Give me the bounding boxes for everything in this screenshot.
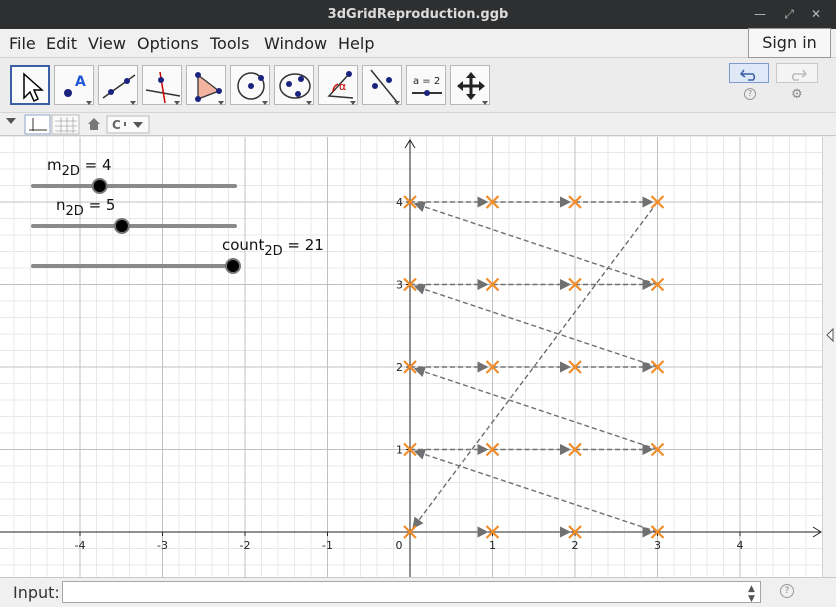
y-tick-label: 1 [396, 444, 403, 457]
slider-count-label: count2D = 21 [222, 236, 324, 259]
menu-help[interactable]: Help [338, 34, 374, 53]
slider-handle[interactable] [113, 218, 130, 234]
move-arrows-icon [457, 72, 488, 105]
angle-tool-button[interactable]: α [318, 65, 358, 105]
menu-options[interactable]: Options [137, 34, 199, 53]
graphics-view[interactable]: -4 -3 -2 -1 0 1 2 3 4 1 2 3 4 m2D = 4 n2D = 5 count2… [0, 137, 822, 577]
help-icon[interactable]: ? [744, 88, 756, 100]
input-help-icon[interactable]: ? [780, 584, 794, 598]
x-tick-label: -1 [322, 539, 333, 552]
slider-handle[interactable] [225, 258, 241, 274]
perpendicular-line-tool-button[interactable] [142, 65, 182, 105]
window-title: 3dGridReproduction.ggb [327, 7, 509, 22]
slider-m-label: m2D = 4 [47, 156, 112, 179]
undo-button[interactable] [729, 63, 769, 83]
polygon-tool-button[interactable] [186, 65, 226, 105]
right-panel-strip [822, 137, 836, 577]
circle-icon [237, 72, 268, 105]
x-tick-label: 2 [572, 539, 579, 552]
menu-edit[interactable]: Edit [46, 34, 77, 53]
line-tool-button[interactable] [98, 65, 138, 105]
perpendicular-line-icon [145, 71, 181, 105]
reflect-icon [370, 69, 400, 105]
axes [0, 139, 822, 577]
vector-arrow [413, 448, 658, 533]
point-icon: A [64, 74, 92, 105]
minimize-icon[interactable]: — [752, 6, 768, 22]
conic-tool-button[interactable] [274, 65, 314, 105]
input-bar: Input: ▲ ▼ ? [0, 577, 836, 607]
redo-button[interactable] [776, 63, 818, 83]
x-tick-label: 3 [654, 539, 661, 552]
gear-icon[interactable]: ⚙ [791, 87, 803, 102]
angle-tool-alpha: α [339, 80, 346, 93]
slider-n-label: n2D = 5 [56, 196, 116, 219]
ellipse-icon [279, 73, 312, 105]
slider-icon: a = 2 [412, 76, 442, 96]
redo-icon [791, 69, 808, 81]
collapse-panel-icon[interactable] [823, 320, 836, 350]
sign-in-button[interactable]: Sign in [748, 28, 831, 58]
x-tick-label: 1 [489, 539, 496, 552]
menu-file[interactable]: File [9, 34, 36, 53]
vector-arrow [412, 201, 659, 529]
undo-icon [739, 69, 756, 81]
vector-arrow [413, 366, 658, 451]
line-icon [102, 74, 136, 105]
title-bar: 3dGridReproduction.ggb — ⤢ ✕ [0, 0, 836, 29]
style-bar-controls: C [6, 114, 150, 135]
x-tick-label: -3 [157, 539, 168, 552]
polygon-icon [195, 72, 224, 105]
vector-arrow [413, 201, 658, 286]
circle-tool-button[interactable] [230, 65, 270, 105]
sliders [31, 178, 241, 274]
menu-window[interactable]: Window [264, 34, 327, 53]
close-icon[interactable]: ✕ [808, 6, 824, 22]
menu-view[interactable]: View [88, 34, 126, 53]
restore-icon[interactable]: ⤢ [781, 6, 797, 22]
show-axes-icon[interactable] [24, 114, 51, 135]
x-tick-label: 0 [396, 539, 403, 552]
style-bar-toggle-icon[interactable] [6, 118, 16, 124]
slider-tool-button[interactable]: a = 2 [406, 65, 446, 105]
style-bar: C [0, 112, 836, 136]
vector-arrow [413, 283, 658, 368]
graphics-canvas[interactable]: -4 -3 -2 -1 0 1 2 3 4 1 2 3 4 [0, 137, 822, 577]
toolbar: A α a = 2 [0, 60, 836, 112]
x-tick-label: 4 [737, 539, 744, 552]
menu-tools[interactable]: Tools [210, 34, 249, 53]
slider-tool-label: a = 2 [413, 76, 440, 87]
input-label: Input: [13, 583, 60, 602]
input-field[interactable] [62, 581, 761, 603]
geogebra-window: 3dGridReproduction.ggb — ⤢ ✕ File Edit V… [0, 0, 836, 607]
x-tick-label: -4 [75, 539, 86, 552]
move-tool-button[interactable] [10, 65, 50, 105]
move-graphics-view-tool-button[interactable] [450, 65, 490, 105]
reflect-tool-button[interactable] [362, 65, 402, 105]
angle-icon: α [327, 71, 356, 105]
menu-bar: File Edit View Options Tools Window Help [0, 29, 836, 58]
cursor-arrow-icon [23, 72, 44, 103]
input-history-icon[interactable]: ▲ ▼ [748, 584, 755, 604]
x-tick-label: -2 [240, 539, 251, 552]
y-tick-label: 2 [396, 361, 403, 374]
point-tool-button[interactable]: A [54, 65, 94, 105]
y-tick-label: 3 [396, 279, 403, 292]
home-icon[interactable] [88, 118, 100, 130]
point-tool-letter: A [75, 74, 86, 90]
slider-handle[interactable] [91, 178, 108, 194]
y-tick-label: 4 [396, 196, 403, 209]
svg-text:C: C [112, 118, 121, 132]
